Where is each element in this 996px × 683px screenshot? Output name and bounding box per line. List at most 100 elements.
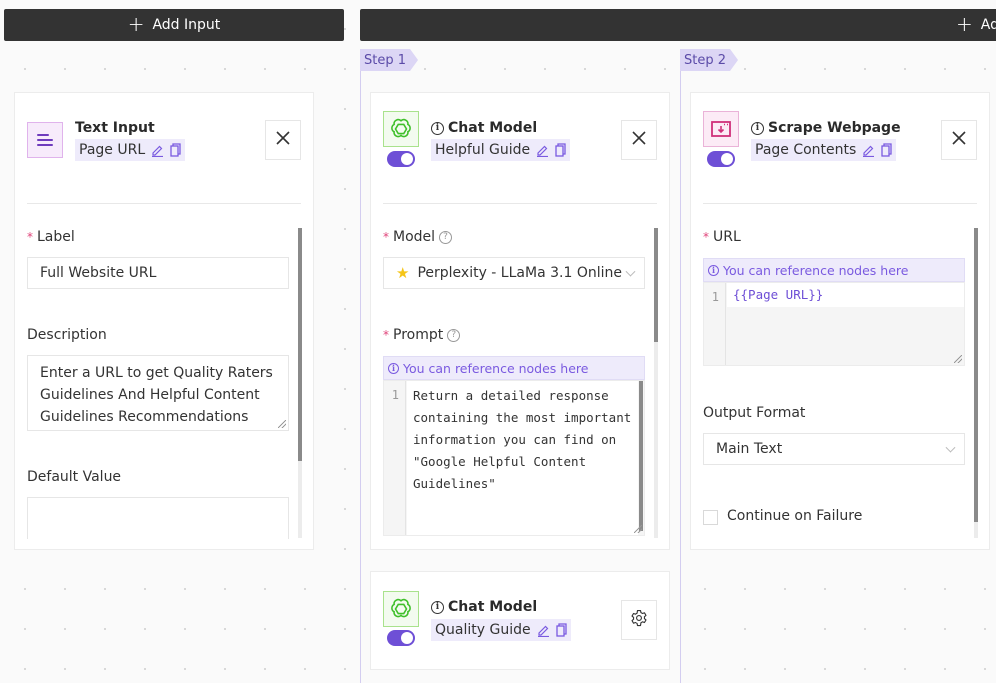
plus-icon: + (127, 12, 145, 36)
enable-toggle[interactable] (387, 630, 415, 646)
chat-model-node-card-1[interactable]: i Chat Model Helpful Guide * Model ? ★ P… (370, 92, 670, 550)
scrape-webpage-node-card[interactable]: i Scrape Webpage Page Contents * URL i Y… (690, 92, 990, 550)
reference-nodes-hint: i You can reference nodes here (703, 258, 965, 282)
node-settings-button[interactable] (621, 600, 657, 640)
info-icon[interactable]: i (431, 121, 444, 135)
edit-pencil-icon[interactable] (151, 144, 164, 157)
edit-pencil-icon[interactable] (536, 144, 549, 157)
hint-text: You can reference nodes here (723, 262, 909, 278)
continue-on-failure-label[interactable]: Continue on Failure (727, 508, 862, 524)
url-title-text: URL (713, 229, 741, 245)
label-title-text: Label (37, 229, 75, 245)
add-input-button[interactable]: + Add Input (4, 9, 344, 41)
reference-nodes-hint: i You can reference nodes here (383, 356, 645, 380)
default-value-field-title: Default Value (27, 469, 121, 485)
node-name-chip: Page URL (75, 139, 186, 161)
model-title-text: Model (393, 229, 436, 245)
node-type-label: Chat Model (448, 120, 538, 136)
description-field-title: Description (27, 327, 107, 343)
editor-scrollbar[interactable] (639, 381, 643, 531)
scrollbar-thumb[interactable] (974, 228, 978, 522)
model-select[interactable]: ★ Perplexity - LLaMa 3.1 Online (383, 257, 645, 289)
close-node-button[interactable] (621, 120, 657, 160)
output-format-select[interactable]: Main Text (703, 433, 965, 465)
step-2-tag: Step 2 (680, 49, 738, 71)
default-value-title-text: Default Value (27, 469, 122, 485)
step-1-tag: Step 1 (360, 49, 418, 71)
enable-toggle[interactable] (707, 151, 735, 167)
copy-icon[interactable] (555, 143, 566, 157)
add-step-button[interactable]: + Add Step (360, 9, 996, 41)
model-select-value: Perplexity - LLaMa 3.1 Online (417, 265, 622, 281)
node-name: Helpful Guide (435, 142, 531, 158)
info-icon[interactable]: i (431, 600, 444, 614)
copy-icon[interactable] (555, 623, 567, 637)
default-value-textarea[interactable] (27, 497, 289, 539)
node-type-label: Text Input (75, 120, 155, 136)
line-number: 1 (711, 290, 719, 304)
text-lines-icon (27, 122, 63, 158)
resize-handle[interactable] (954, 355, 962, 363)
required-asterisk: * (703, 230, 709, 244)
text-input-settings-panel: * Label Full Website URL Description Ent… (27, 219, 301, 539)
node-name-chip: Helpful Guide (431, 139, 571, 161)
plus-icon: + (956, 12, 973, 36)
scrape-download-icon (703, 111, 739, 147)
enable-toggle[interactable] (387, 151, 415, 167)
gear-icon (630, 609, 648, 631)
edit-pencil-icon[interactable] (537, 624, 550, 637)
label-input[interactable]: Full Website URL (27, 257, 289, 289)
continue-on-failure-checkbox[interactable] (703, 510, 718, 525)
close-node-button[interactable] (941, 120, 977, 160)
help-icon[interactable]: ? (447, 328, 461, 342)
node-type-title: i Chat Model (431, 120, 537, 136)
text-input-node-card[interactable]: Text Input Page URL * Label Full Website… (14, 92, 314, 550)
close-icon (951, 130, 967, 150)
settings-scrollbar[interactable] (298, 228, 302, 538)
openai-icon (383, 111, 419, 147)
prompt-text[interactable]: Return a detailed response containing th… (407, 381, 638, 535)
resize-handle[interactable] (634, 525, 642, 533)
prompt-field-title: * Prompt ? (383, 327, 461, 343)
card-header-divider (27, 203, 301, 204)
line-number: 1 (391, 388, 399, 402)
prompt-title-text: Prompt (393, 327, 444, 343)
output-format-value: Main Text (716, 441, 783, 457)
settings-scrollbar[interactable] (974, 228, 978, 538)
step-2-label: Step 2 (684, 52, 727, 68)
edit-pencil-icon[interactable] (862, 144, 875, 157)
chevron-down-icon (625, 266, 636, 277)
description-title-text: Description (27, 327, 107, 343)
output-format-title-text: Output Format (703, 405, 806, 421)
settings-scrollbar[interactable] (654, 228, 658, 538)
scrollbar-thumb[interactable] (654, 228, 658, 342)
close-icon (275, 130, 291, 150)
node-name: Page Contents (755, 142, 857, 158)
close-icon (631, 130, 647, 150)
chat-model-settings-panel: * Model ? ★ Perplexity - LLaMa 3.1 Onlin… (383, 219, 657, 539)
close-node-button[interactable] (265, 120, 301, 160)
card-header-divider (703, 203, 977, 204)
continue-on-failure-text: Continue on Failure (727, 508, 863, 524)
scrollbar-thumb[interactable] (298, 228, 302, 461)
description-textarea[interactable]: Enter a URL to get Quality Raters Guidel… (27, 355, 289, 431)
output-format-field-title: Output Format (703, 405, 805, 421)
prompt-editor[interactable]: 1 Return a detailed response containing … (383, 380, 645, 536)
required-asterisk: * (383, 328, 389, 342)
resize-handle[interactable] (278, 420, 286, 428)
add-step-label: Add Step (980, 17, 996, 33)
info-icon[interactable]: i (751, 121, 764, 135)
copy-icon[interactable] (881, 143, 892, 157)
label-field-title: * Label (27, 229, 75, 245)
copy-icon[interactable] (170, 143, 181, 157)
model-field-title: * Model ? (383, 229, 453, 245)
chat-model-node-card-2[interactable]: i Chat Model Quality Guide (370, 571, 670, 670)
node-type-label: Scrape Webpage (768, 120, 901, 136)
url-text[interactable]: {{Page URL}} (727, 283, 964, 307)
help-icon[interactable]: ? (439, 230, 453, 244)
info-icon: i (388, 362, 399, 374)
step-1-label: Step 1 (364, 52, 407, 68)
star-icon: ★ (396, 264, 410, 282)
add-input-label: Add Input (152, 17, 221, 33)
url-editor[interactable]: 1 {{Page URL}} (703, 282, 965, 366)
